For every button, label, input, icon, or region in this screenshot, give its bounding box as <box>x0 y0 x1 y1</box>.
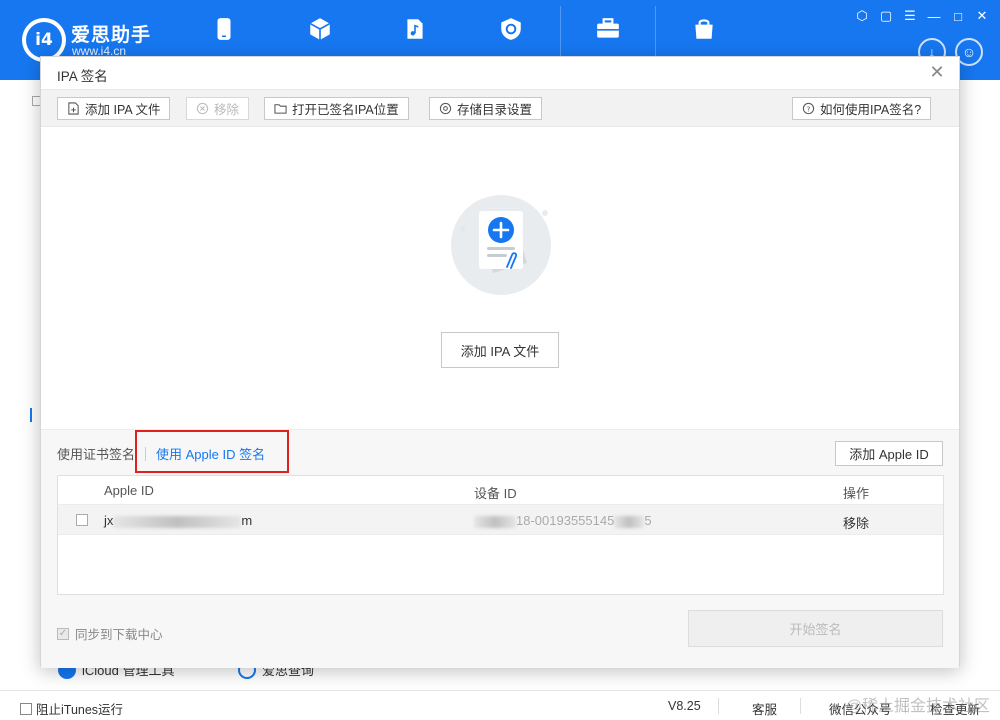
redaction-blur <box>474 515 516 528</box>
how-to-label: 如何使用IPA签名? <box>820 103 922 117</box>
header-device-id: 设备 ID <box>474 486 517 501</box>
highlight-annotation-box <box>135 430 289 473</box>
maximize-icon[interactable]: □ <box>950 8 966 24</box>
apple-id-visible: jx <box>104 513 114 528</box>
row-remove-link[interactable]: 移除 <box>843 513 869 532</box>
status-divider <box>905 698 906 714</box>
header-apple-id: Apple ID <box>104 483 154 498</box>
table-header: Apple ID 设备 ID 操作 <box>58 476 943 505</box>
sync-icon[interactable] <box>496 14 526 44</box>
how-to-button[interactable]: ? 如何使用IPA签名? <box>792 97 932 120</box>
apple-id-cell: jx m <box>104 513 252 528</box>
svg-text:?: ? <box>807 104 811 113</box>
brand-name: 爱思助手 <box>71 25 152 46</box>
device-id-suffix: 5 <box>644 513 652 528</box>
wechat-link[interactable]: 微信公众号 <box>829 699 892 718</box>
device-id-cell: 18-00193555145 5 <box>474 513 652 528</box>
status-bar: 阻止iTunes运行 V8.25 客服 微信公众号 检查更新 <box>0 690 1000 720</box>
device-id-visible: 18-00193555145 <box>516 513 615 528</box>
header-action: 操作 <box>843 486 870 501</box>
appleid-table: Apple ID 设备 ID 操作 jx m 18-00193555145 5 移除 <box>57 475 944 595</box>
sync-download-toggle[interactable]: ✓ 同步到下载中心 <box>57 624 163 643</box>
toolbox-icon[interactable] <box>593 14 623 44</box>
minimize-icon[interactable]: — <box>926 8 942 24</box>
support-link[interactable]: 客服 <box>752 699 777 718</box>
storage-settings-label: 存储目录设置 <box>457 103 533 117</box>
help-icon: ? <box>802 102 815 115</box>
dialog-title-bar: IPA 签名 ✕ <box>41 57 959 89</box>
open-signed-folder-button[interactable]: 打开已签名IPA位置 <box>264 97 409 120</box>
table-row[interactable]: jx m 18-00193555145 5 移除 <box>58 505 943 535</box>
version-label: V8.25 <box>668 699 701 713</box>
signing-panel: 使用证书签名 使用 Apple ID 签名 添加 Apple ID Apple … <box>41 429 959 668</box>
close-window-icon[interactable]: ✕ <box>974 8 990 24</box>
add-ipa-button[interactable]: 添加 IPA 文件 <box>57 97 171 120</box>
remove-button[interactable]: 移除 <box>186 97 250 120</box>
dialog-title: IPA 签名 <box>57 69 108 84</box>
block-itunes-label: 阻止iTunes运行 <box>36 703 124 717</box>
music-icon[interactable] <box>400 14 430 44</box>
tab-cert-sign[interactable]: 使用证书签名 <box>57 444 135 463</box>
block-itunes-toggle[interactable]: 阻止iTunes运行 <box>20 699 123 718</box>
phone-icon[interactable] <box>209 14 239 44</box>
add-file-illustration[interactable] <box>449 193 553 297</box>
open-signed-folder-label: 打开已签名IPA位置 <box>292 103 399 117</box>
redaction-blur <box>113 515 242 528</box>
add-appleid-button[interactable]: 添加 Apple ID <box>835 441 943 466</box>
storage-settings-button[interactable]: 存储目录设置 <box>429 97 543 120</box>
apple-id-suffix: m <box>241 513 253 528</box>
add-ipa-label: 添加 IPA 文件 <box>85 103 161 117</box>
status-divider <box>718 698 719 714</box>
ipa-sign-dialog: IPA 签名 ✕ 添加 IPA 文件 移除 打开已签名IPA位置 存储目录设置 … <box>40 56 960 668</box>
dialog-toolbar: 添加 IPA 文件 移除 打开已签名IPA位置 存储目录设置 ? 如何使用IPA… <box>41 89 959 127</box>
add-file-icon <box>67 102 80 115</box>
close-icon[interactable]: ✕ <box>927 62 947 82</box>
status-divider <box>800 698 801 714</box>
folder-icon <box>274 102 287 115</box>
gear-icon <box>439 102 452 115</box>
remove-icon <box>196 102 209 115</box>
background-indicator <box>30 408 32 422</box>
skin-icon[interactable]: ⬡ <box>854 8 870 24</box>
check-update-link[interactable]: 检查更新 <box>930 699 980 718</box>
sync-checkbox[interactable]: ✓ <box>57 627 69 640</box>
logo-mark: i4 <box>26 22 62 58</box>
sync-label: 同步到下载中心 <box>75 628 163 642</box>
block-itunes-checkbox[interactable] <box>20 702 32 715</box>
window-controls: ⬡ ▢ ☰ — □ ✕ <box>854 8 990 24</box>
menu-icon[interactable]: ☰ <box>902 8 918 24</box>
remove-label: 移除 <box>214 103 240 117</box>
bag-icon[interactable] <box>689 14 719 44</box>
cube-icon[interactable] <box>305 14 335 44</box>
ipa-drop-area[interactable]: 添加 IPA 文件 <box>41 127 959 427</box>
start-sign-button[interactable]: 开始签名 <box>688 610 943 647</box>
row-checkbox[interactable] <box>76 514 88 526</box>
redaction-blur <box>614 515 645 528</box>
add-ipa-center-button[interactable]: 添加 IPA 文件 <box>441 332 559 368</box>
feedback-icon[interactable]: ▢ <box>878 8 894 24</box>
